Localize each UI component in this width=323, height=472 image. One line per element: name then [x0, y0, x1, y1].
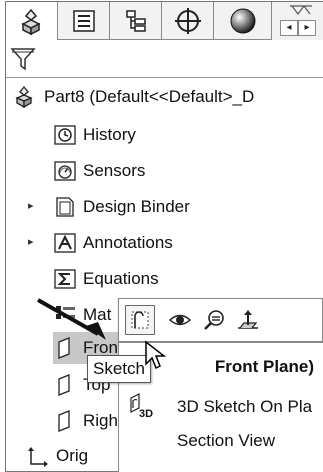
history-icon: [53, 123, 77, 147]
tree-item-history[interactable]: History: [53, 120, 136, 150]
annotations-icon: [53, 231, 77, 255]
3d-badge: 3D: [139, 408, 154, 420]
menu-item-section-view[interactable]: Section View: [119, 425, 323, 457]
scroll-right-button[interactable]: ▸: [298, 20, 316, 36]
tab-overflow-icon: [290, 5, 312, 15]
show-hide-icon: [168, 314, 192, 326]
tree-item-equations[interactable]: Equations: [53, 264, 159, 294]
panel-tab-strip: ◂ ▸: [6, 2, 323, 40]
tree-item-label: Equations: [83, 269, 159, 288]
tree-item-design-binder[interactable]: Design Binder: [53, 192, 190, 222]
plane-icon: [53, 373, 77, 397]
part-root-label: Part8 (Default<<Default>_D: [44, 87, 255, 106]
context-toolbar: [118, 298, 323, 342]
display-manager-tab[interactable]: [214, 2, 272, 40]
tree-item-label: Righ: [83, 411, 118, 430]
normal-to-icon: [238, 310, 258, 329]
tree-item-label: History: [83, 125, 136, 144]
sketch-tooltip: Sketch: [87, 355, 151, 383]
context-menu-header-suffix: Front Plane): [214, 357, 315, 376]
tree-item-origin[interactable]: Orig: [26, 441, 88, 471]
zoom-to-selection-icon: [204, 310, 224, 330]
dimxpert-manager-tab-icon: [174, 8, 201, 34]
menu-item-label: Section View: [177, 431, 275, 450]
part-icon: [14, 85, 38, 109]
configuration-manager-tab-icon: [125, 10, 146, 32]
equations-icon: [53, 267, 77, 291]
feature-manager-tab-icon: [20, 8, 41, 36]
tree-item-label: Orig: [56, 446, 89, 465]
tree-item-label: Annotations: [83, 233, 173, 252]
tree-item-right-plane[interactable]: Righ: [53, 406, 118, 436]
mouse-cursor-icon: [145, 340, 166, 370]
property-manager-tab-icon: [72, 10, 95, 32]
part-root-node[interactable]: Part8 (Default<<Default>_D: [14, 82, 254, 112]
filter-icon[interactable]: [10, 47, 36, 71]
tree-item-annotations[interactable]: Annotations: [53, 228, 173, 258]
origin-icon: [26, 444, 50, 468]
dimxpert-manager-tab[interactable]: [162, 2, 214, 40]
tab-scroll-controls: ◂ ▸: [272, 2, 323, 40]
tree-item-label: Design Binder: [83, 197, 190, 216]
tree-item-label: Sensors: [83, 161, 146, 180]
design-binder-icon: [53, 195, 77, 219]
pointer-arrow-icon: [37, 298, 106, 340]
normal-to-button[interactable]: [233, 305, 263, 335]
zoom-to-selection-button[interactable]: [199, 305, 229, 335]
3d-sketch-icon: 3D: [127, 392, 163, 422]
configuration-manager-tab[interactable]: [110, 2, 162, 40]
menu-item-label: 3D Sketch On Pla: [177, 397, 313, 416]
sketch-button[interactable]: [125, 305, 155, 335]
section-view-icon: [127, 426, 163, 456]
sketch-icon: [131, 311, 149, 329]
show-hide-button[interactable]: [165, 305, 195, 335]
plane-icon: [53, 409, 77, 433]
sensors-icon: [53, 159, 77, 183]
filter-row: [6, 40, 323, 78]
scroll-left-button[interactable]: ◂: [280, 20, 298, 36]
tree-item-sensors[interactable]: Sensors: [53, 156, 145, 186]
feature-manager-tab[interactable]: [6, 2, 58, 40]
display-manager-tab-icon: [230, 8, 255, 34]
expand-arrow-design-binder[interactable]: ▸: [28, 199, 34, 212]
expand-arrow-annotations[interactable]: ▸: [28, 235, 34, 248]
property-manager-tab[interactable]: [58, 2, 110, 40]
menu-item-3d-sketch-on-plane[interactable]: 3D 3D Sketch On Pla: [119, 391, 323, 423]
